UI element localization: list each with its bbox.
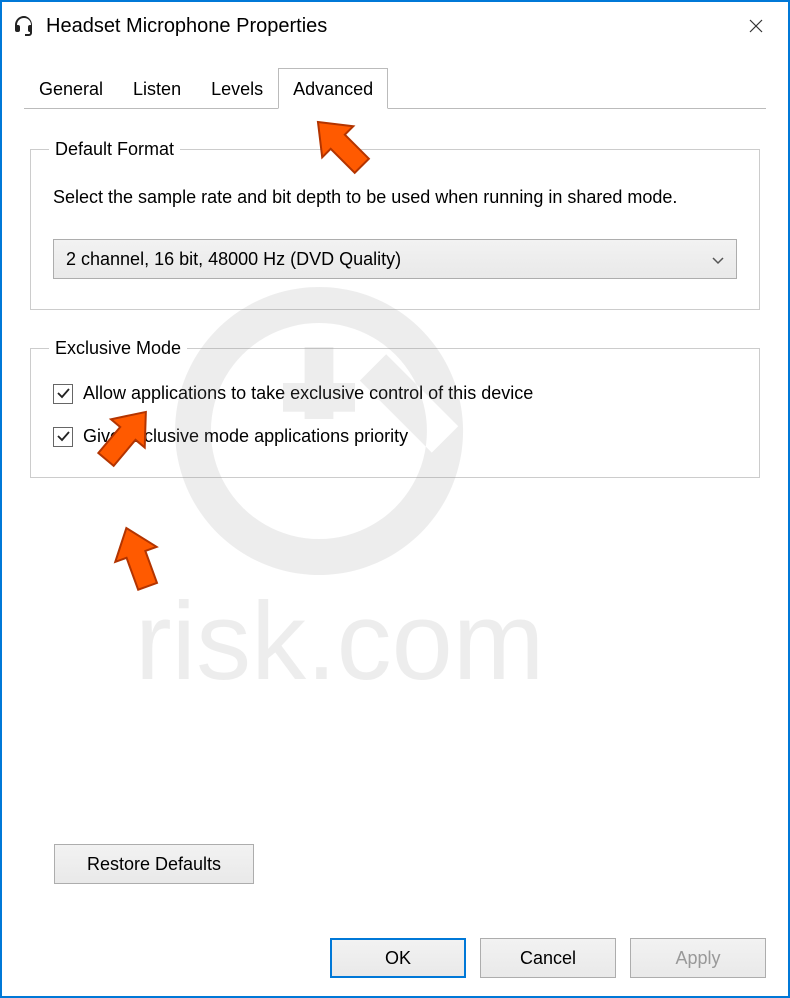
dropdown-selected-value: 2 channel, 16 bit, 48000 Hz (DVD Quality… [66, 249, 401, 270]
tab-content-advanced: Default Format Select the sample rate an… [24, 109, 766, 516]
window-title: Headset Microphone Properties [46, 15, 732, 38]
apply-button: Apply [630, 938, 766, 978]
tab-general[interactable]: General [24, 68, 118, 108]
exclusive-mode-legend: Exclusive Mode [49, 338, 187, 359]
cancel-button[interactable]: Cancel [480, 938, 616, 978]
dialog-window: Headset Microphone Properties General Li… [0, 0, 790, 998]
allow-exclusive-checkbox-row[interactable]: Allow applications to take exclusive con… [53, 383, 737, 404]
tab-levels[interactable]: Levels [196, 68, 278, 108]
checkmark-icon [56, 429, 71, 444]
exclusive-mode-group: Exclusive Mode Allow applications to tak… [30, 338, 760, 478]
svg-text:risk.com: risk.com [135, 580, 544, 703]
default-format-legend: Default Format [49, 139, 180, 160]
dialog-button-bar: OK Cancel Apply [330, 938, 766, 978]
tab-area: General Listen Levels Advanced Default F… [2, 50, 788, 516]
default-format-description: Select the sample rate and bit depth to … [53, 184, 737, 211]
default-format-group: Default Format Select the sample rate an… [30, 139, 760, 310]
restore-defaults-button[interactable]: Restore Defaults [54, 844, 254, 884]
ok-label: OK [385, 948, 411, 969]
cancel-label: Cancel [520, 948, 576, 969]
headset-icon [12, 14, 36, 38]
close-button[interactable] [732, 2, 780, 50]
sample-rate-dropdown[interactable]: 2 channel, 16 bit, 48000 Hz (DVD Quality… [53, 239, 737, 279]
exclusive-priority-label: Give exclusive mode applications priorit… [83, 426, 408, 447]
allow-exclusive-checkbox[interactable] [53, 384, 73, 404]
annotation-arrow-icon [98, 520, 178, 600]
exclusive-priority-checkbox[interactable] [53, 427, 73, 447]
apply-label: Apply [675, 948, 720, 969]
tabs: General Listen Levels Advanced [24, 68, 766, 109]
restore-defaults-label: Restore Defaults [87, 854, 221, 875]
close-icon [749, 19, 763, 33]
exclusive-priority-checkbox-row[interactable]: Give exclusive mode applications priorit… [53, 426, 737, 447]
titlebar: Headset Microphone Properties [2, 2, 788, 50]
checkmark-icon [56, 386, 71, 401]
ok-button[interactable]: OK [330, 938, 466, 978]
allow-exclusive-label: Allow applications to take exclusive con… [83, 383, 533, 404]
chevron-down-icon [712, 249, 724, 270]
tab-advanced[interactable]: Advanced [278, 68, 388, 109]
tab-listen[interactable]: Listen [118, 68, 196, 108]
